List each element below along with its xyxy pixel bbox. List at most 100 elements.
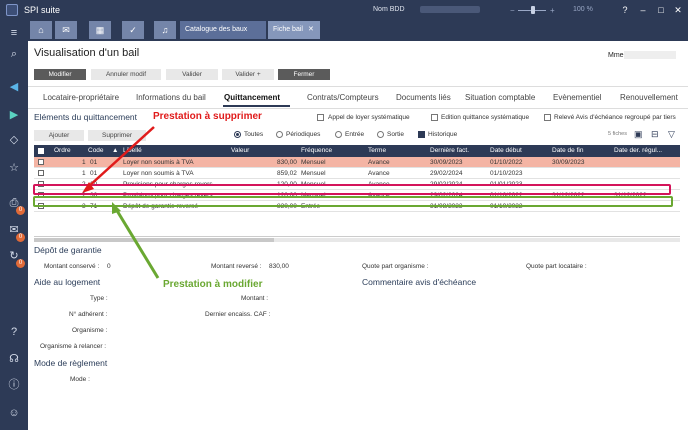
col-libelle[interactable]: Libellé <box>123 147 142 154</box>
minimize-icon[interactable]: – <box>636 3 650 17</box>
historique-checkbox[interactable] <box>418 131 425 138</box>
select-all-checkbox[interactable] <box>38 148 44 154</box>
zoom-in-icon[interactable]: + <box>550 6 555 15</box>
tab-locataire-proprietaire[interactable]: Locataire-propriétaire <box>43 93 119 102</box>
sidebar: ≡ ⌕ ◀ ▶ ◇ ☆ ⎙ 0 ✉ 0 ↻ 0 ? ☊ ⓘ ☺ <box>0 20 28 430</box>
depot-section-title: Dépôt de garantie <box>34 245 102 255</box>
aide-type-label: Type : <box>90 295 108 302</box>
cell-derniere: 30/09/2023 <box>430 159 463 166</box>
supprimer-button[interactable]: Supprimer <box>88 130 146 141</box>
horizontal-scrollbar[interactable] <box>34 238 680 242</box>
database-name-value <box>420 6 480 13</box>
scrollbar-thumb[interactable] <box>34 238 274 242</box>
filter-icon[interactable]: ▽ <box>668 129 675 140</box>
cell-libelle: Loyer non soumis à TVA <box>123 170 194 177</box>
divider <box>28 86 688 87</box>
edition-quittance-checkbox[interactable] <box>431 114 438 121</box>
app-logo-icon <box>6 4 18 16</box>
refresh-badge: 0 <box>16 259 25 268</box>
col-derniere-fact[interactable]: Dernière fact. <box>430 147 469 154</box>
columns-icon[interactable]: ⊟ <box>651 129 659 140</box>
montant-reverse-label: Montant reversé : <box>211 263 262 270</box>
col-date-fin[interactable]: Date de fin <box>552 147 583 154</box>
tab-situation-comptable[interactable]: Situation comptable <box>465 93 535 102</box>
tab-renouvellement[interactable]: Renouvellement <box>620 93 678 102</box>
tab-close-icon[interactable]: ✕ <box>308 26 314 33</box>
app-title: SPI suite <box>24 5 61 15</box>
row-checkbox[interactable] <box>38 170 44 176</box>
appel-loyer-checkbox[interactable] <box>317 114 324 121</box>
tab-quittancement[interactable]: Quittancement <box>224 93 280 102</box>
reglement-section-title: Mode de règlement <box>34 358 108 368</box>
diamond-icon[interactable]: ◇ <box>7 133 21 147</box>
excel-export-icon[interactable]: ▣ <box>634 129 643 140</box>
check-icon[interactable]: ✓ <box>122 21 144 39</box>
zoom-out-icon[interactable]: − <box>510 6 515 15</box>
col-date-debut[interactable]: Date début <box>490 147 522 154</box>
tab-informations-bail[interactable]: Informations du bail <box>136 93 206 102</box>
valider-button[interactable]: Valider <box>166 69 218 80</box>
row-checkbox[interactable] <box>38 159 44 165</box>
filter-entree-label: Entrée <box>345 131 365 138</box>
filter-toutes-radio[interactable] <box>234 131 241 138</box>
tab-contrats-compteurs[interactable]: Contrats/Compteurs <box>307 93 379 102</box>
aide-adherent-label: N° adhérent : <box>69 311 108 318</box>
tab-evenementiel[interactable]: Evènementiel <box>553 93 601 102</box>
close-icon[interactable]: ✕ <box>671 3 685 17</box>
modifier-button[interactable]: Modifier <box>34 69 86 80</box>
cell-frequence: Mensuel <box>301 159 326 166</box>
nav-arrow-left-icon[interactable]: ◀ <box>7 80 21 94</box>
col-terme[interactable]: Terme <box>368 147 386 154</box>
valider-plus-button[interactable]: Valider + <box>222 69 274 80</box>
calendar-icon[interactable]: ▦ <box>89 21 111 39</box>
tab-fiche-label: Fiche bail <box>273 26 303 33</box>
commentaire-section-title: Commentaire avis d'échéance <box>362 277 477 287</box>
filter-periodiques-radio[interactable] <box>276 131 283 138</box>
mail-tab-icon[interactable]: ✉ <box>55 21 77 39</box>
tab-catalogue[interactable]: Catalogue des baux <box>180 21 266 39</box>
search-icon[interactable]: ⌕ <box>7 47 21 61</box>
quote-part-organisme-label: Quote part organisme : <box>362 263 429 270</box>
col-ordre[interactable]: Ordre <box>54 147 71 154</box>
fermer-button[interactable]: Fermer <box>278 69 330 80</box>
bell-icon[interactable]: ♫ <box>154 21 176 39</box>
cell-code: 01 <box>90 170 98 177</box>
help-circle-icon[interactable]: ? <box>7 325 21 339</box>
annuler-modif-button[interactable]: Annuler modif <box>91 69 161 80</box>
filter-entree-radio[interactable] <box>335 131 342 138</box>
home-icon[interactable]: ⌂ <box>30 21 52 39</box>
cell-ordre: 1 <box>82 159 86 166</box>
user-icon[interactable]: ☺ <box>7 406 21 420</box>
historique-label: Historique <box>428 131 458 138</box>
headset-icon[interactable]: ☊ <box>7 352 21 366</box>
tab-bar: ⌂ ✉ ▦ ✓ ♫ Catalogue des baux Fiche bail ✕ <box>28 20 688 41</box>
col-valeur[interactable]: Valeur <box>231 147 249 154</box>
cell-fin: 30/09/2023 <box>552 159 585 166</box>
filter-sortie-radio[interactable] <box>377 131 384 138</box>
menu-icon[interactable]: ≡ <box>7 26 21 40</box>
zoom-slider-handle[interactable] <box>531 6 535 14</box>
aide-montant-label: Montant : <box>241 295 269 302</box>
col-frequence[interactable]: Fréquence <box>301 147 332 154</box>
edition-quittance-label: Edition quittance systématique <box>441 114 530 121</box>
cell-terme: Avance <box>368 159 390 166</box>
help-icon[interactable]: ? <box>618 3 632 17</box>
releve-avis-checkbox[interactable] <box>544 114 551 121</box>
maximize-icon[interactable]: □ <box>654 3 668 17</box>
table-row[interactable]: 1 01 Loyer non soumis à TVA 830,00 Mensu… <box>34 157 680 168</box>
cell-frequence: Mensuel <box>301 170 326 177</box>
col-code[interactable]: Code <box>88 147 104 154</box>
ajouter-button[interactable]: Ajouter <box>34 130 84 141</box>
appel-loyer-label: Appel de loyer systématique <box>328 114 410 121</box>
nav-arrow-right-icon[interactable]: ▶ <box>7 108 21 122</box>
tab-documents-lies[interactable]: Documents liés <box>396 93 451 102</box>
filter-periodiques-label: Périodiques <box>286 131 321 138</box>
cell-debut: 01/10/2022 <box>490 159 523 166</box>
table-row[interactable]: 1 01 Loyer non soumis à TVA 859,02 Mensu… <box>34 168 680 179</box>
star-icon[interactable]: ☆ <box>7 161 21 175</box>
tab-fiche-bail[interactable]: Fiche bail ✕ <box>268 21 320 39</box>
col-date-regul[interactable]: Date der. régul... <box>614 147 662 154</box>
info-icon[interactable]: ⓘ <box>7 378 21 392</box>
sort-asc-icon[interactable]: ▲ <box>112 147 118 154</box>
active-tab-indicator <box>223 105 290 107</box>
